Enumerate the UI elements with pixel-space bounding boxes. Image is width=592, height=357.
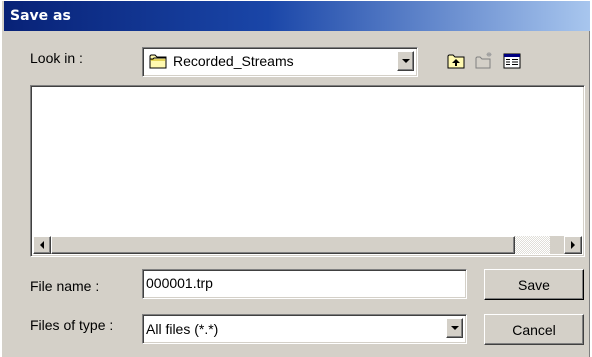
up-one-level-icon[interactable]	[446, 51, 466, 71]
file-name-value: 000001.trp	[146, 275, 213, 291]
arrow-right-icon	[571, 241, 575, 249]
file-name-label: File name :	[30, 278, 100, 294]
save-as-dialog: Save as Look in : Recorded_Streams File …	[0, 0, 590, 357]
save-button[interactable]: Save	[484, 269, 584, 300]
files-of-type-label: Files of type :	[30, 317, 114, 333]
horizontal-scrollbar[interactable]	[33, 236, 582, 254]
file-name-input[interactable]: 000001.trp	[142, 269, 467, 299]
title-bar[interactable]: Save as	[4, 1, 590, 31]
chevron-down-icon	[450, 326, 459, 330]
folder-icon	[149, 54, 167, 69]
files-of-type-value: All files (*.*)	[146, 321, 219, 337]
scroll-track[interactable]	[515, 236, 550, 254]
cancel-button-label: Cancel	[512, 321, 556, 338]
files-of-type-dropdown-button[interactable]	[446, 318, 463, 338]
look-in-dropdown-button[interactable]	[397, 51, 414, 71]
arrow-left-icon	[40, 241, 44, 249]
save-button-label: Save	[518, 276, 550, 293]
file-list[interactable]	[30, 85, 585, 257]
new-folder-icon[interactable]	[474, 51, 494, 71]
details-view-icon[interactable]	[502, 51, 522, 71]
dialog-title: Save as	[10, 8, 71, 24]
scroll-left-button[interactable]	[33, 236, 51, 254]
look-in-label: Look in :	[30, 50, 83, 66]
chevron-down-icon	[401, 59, 410, 63]
look-in-dropdown[interactable]: Recorded_Streams	[142, 47, 418, 77]
scroll-thumb[interactable]	[51, 236, 515, 254]
scroll-right-button[interactable]	[564, 236, 582, 254]
files-of-type-dropdown[interactable]: All files (*.*)	[142, 314, 467, 344]
cancel-button[interactable]: Cancel	[484, 314, 584, 345]
look-in-value: Recorded_Streams	[173, 53, 294, 69]
